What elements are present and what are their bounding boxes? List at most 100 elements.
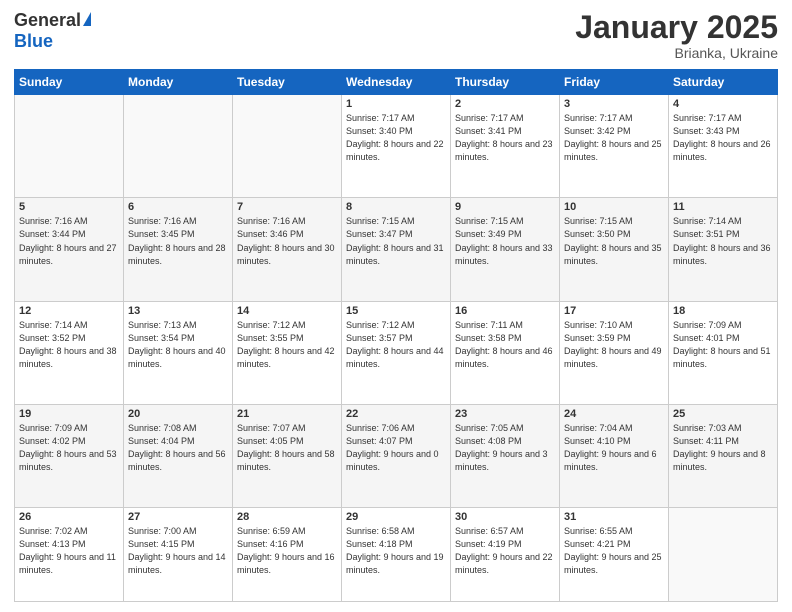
day-number: 20 [128,408,228,420]
weekday-header-friday: Friday [560,70,669,95]
calendar-cell: 2Sunrise: 7:17 AM Sunset: 3:41 PM Daylig… [451,95,560,198]
day-number: 25 [673,408,773,420]
calendar-cell: 22 Sunrise: 7:06 AM Sunset: 4:07 PM Dayli… [342,404,451,507]
day-number: 29 [346,511,446,523]
calendar-week-row: 1 Sunrise: 7:17 AM Sunset: 3:40 PM Daylig… [15,95,778,198]
calendar-cell: 4 Sunrise: 7:17 AM Sunset: 3:43 PM Daylig… [669,95,778,198]
calendar-cell [669,508,778,602]
day-number: 11 [673,201,773,213]
day-number: 17 [564,305,664,317]
day-info: Sunrise: 7:06 AM Sunset: 4:07 PM Dayligh… [346,422,446,474]
day-number: 9 [455,201,555,213]
day-info: Sunrise: 7:09 AM Sunset: 4:01 PM Dayligh… [673,319,773,371]
calendar-cell: 18 Sunrise: 7:09 AM Sunset: 4:01 PM Dayli… [669,301,778,404]
day-info: Sunrise: 6:59 AM Sunset: 4:16 PM Dayligh… [237,525,337,577]
calendar-cell: 31 Sunrise: 6:55 AM Sunset: 4:21 PM Dayli… [560,508,669,602]
logo-general-text: General [14,10,81,31]
day-info: Sunrise: 6:58 AM Sunset: 4:18 PM Dayligh… [346,525,446,577]
calendar-cell: 16Sunrise: 7:11 AM Sunset: 3:58 PM Dayli… [451,301,560,404]
day-number: 18 [673,305,773,317]
calendar-cell [15,95,124,198]
day-number: 5 [19,201,119,213]
calendar-cell: 8 Sunrise: 7:15 AM Sunset: 3:47 PM Daylig… [342,198,451,301]
day-number: 3 [564,98,664,110]
calendar-cell: 21 Sunrise: 7:07 AM Sunset: 4:05 PM Dayli… [233,404,342,507]
day-number: 6 [128,201,228,213]
day-number: 26 [19,511,119,523]
calendar-cell [233,95,342,198]
day-number: 28 [237,511,337,523]
calendar-cell: 17Sunrise: 7:10 AM Sunset: 3:59 PM Dayli… [560,301,669,404]
location: Brianka, Ukraine [575,45,778,61]
day-info: Sunrise: 7:15 AM Sunset: 3:49 PM Dayligh… [455,215,555,267]
calendar-cell: 9 Sunrise: 7:15 AM Sunset: 3:49 PM Daylig… [451,198,560,301]
day-number: 24 [564,408,664,420]
day-number: 8 [346,201,446,213]
calendar-cell: 27Sunrise: 7:00 AM Sunset: 4:15 PM Dayli… [124,508,233,602]
day-info: Sunrise: 7:17 AM Sunset: 3:43 PM Dayligh… [673,112,773,164]
day-info: Sunrise: 7:04 AM Sunset: 4:10 PM Dayligh… [564,422,664,474]
day-number: 22 [346,408,446,420]
day-info: Sunrise: 7:16 AM Sunset: 3:44 PM Dayligh… [19,215,119,267]
weekday-header-thursday: Thursday [451,70,560,95]
day-info: Sunrise: 7:16 AM Sunset: 3:46 PM Dayligh… [237,215,337,267]
weekday-header-row: SundayMondayTuesdayWednesdayThursdayFrid… [15,70,778,95]
calendar-cell: 13 Sunrise: 7:13 AM Sunset: 3:54 PM Dayli… [124,301,233,404]
day-number: 4 [673,98,773,110]
day-info: Sunrise: 7:09 AM Sunset: 4:02 PM Dayligh… [19,422,119,474]
day-info: Sunrise: 7:17 AM Sunset: 3:41 PM Dayligh… [455,112,555,164]
calendar-cell: 1 Sunrise: 7:17 AM Sunset: 3:40 PM Daylig… [342,95,451,198]
day-number: 7 [237,201,337,213]
day-info: Sunrise: 6:57 AM Sunset: 4:19 PM Dayligh… [455,525,555,577]
calendar-cell: 10Sunrise: 7:15 AM Sunset: 3:50 PM Dayli… [560,198,669,301]
day-number: 23 [455,408,555,420]
page: General Blue January 2025 Brianka, Ukrai… [0,0,792,612]
calendar-cell: 6 Sunrise: 7:16 AM Sunset: 3:45 PM Daylig… [124,198,233,301]
day-info: Sunrise: 7:11 AM Sunset: 3:58 PM Dayligh… [455,319,555,371]
title-block: January 2025 Brianka, Ukraine [575,10,778,61]
weekday-header-tuesday: Tuesday [233,70,342,95]
day-number: 12 [19,305,119,317]
calendar-cell: 7 Sunrise: 7:16 AM Sunset: 3:46 PM Daylig… [233,198,342,301]
day-info: Sunrise: 7:14 AM Sunset: 3:51 PM Dayligh… [673,215,773,267]
day-info: Sunrise: 7:15 AM Sunset: 3:47 PM Dayligh… [346,215,446,267]
month-title: January 2025 [575,10,778,45]
day-info: Sunrise: 7:17 AM Sunset: 3:40 PM Dayligh… [346,112,446,164]
calendar-cell: 26 Sunrise: 7:02 AM Sunset: 4:13 PM Dayli… [15,508,124,602]
calendar-table: SundayMondayTuesdayWednesdayThursdayFrid… [14,69,778,602]
weekday-header-saturday: Saturday [669,70,778,95]
day-number: 13 [128,305,228,317]
day-number: 15 [346,305,446,317]
calendar-cell: 29 Sunrise: 6:58 AM Sunset: 4:18 PM Dayli… [342,508,451,602]
day-number: 19 [19,408,119,420]
day-info: Sunrise: 7:17 AM Sunset: 3:42 PM Dayligh… [564,112,664,164]
day-info: Sunrise: 7:13 AM Sunset: 3:54 PM Dayligh… [128,319,228,371]
calendar-week-row: 26 Sunrise: 7:02 AM Sunset: 4:13 PM Dayli… [15,508,778,602]
calendar-cell: 19 Sunrise: 7:09 AM Sunset: 4:02 PM Dayli… [15,404,124,507]
calendar-cell: 20 Sunrise: 7:08 AM Sunset: 4:04 PM Dayli… [124,404,233,507]
weekday-header-wednesday: Wednesday [342,70,451,95]
day-info: Sunrise: 7:08 AM Sunset: 4:04 PM Dayligh… [128,422,228,474]
day-info: Sunrise: 7:15 AM Sunset: 3:50 PM Dayligh… [564,215,664,267]
day-info: Sunrise: 7:12 AM Sunset: 3:57 PM Dayligh… [346,319,446,371]
calendar-cell: 11 Sunrise: 7:14 AM Sunset: 3:51 PM Dayli… [669,198,778,301]
day-number: 14 [237,305,337,317]
day-info: Sunrise: 7:16 AM Sunset: 3:45 PM Dayligh… [128,215,228,267]
weekday-header-monday: Monday [124,70,233,95]
calendar-cell: 28 Sunrise: 6:59 AM Sunset: 4:16 PM Dayli… [233,508,342,602]
day-number: 1 [346,98,446,110]
calendar-cell: 30Sunrise: 6:57 AM Sunset: 4:19 PM Dayli… [451,508,560,602]
calendar-cell [124,95,233,198]
day-info: Sunrise: 7:14 AM Sunset: 3:52 PM Dayligh… [19,319,119,371]
logo-blue-text: Blue [14,31,53,52]
day-info: Sunrise: 7:12 AM Sunset: 3:55 PM Dayligh… [237,319,337,371]
calendar-cell: 14 Sunrise: 7:12 AM Sunset: 3:55 PM Dayli… [233,301,342,404]
calendar-cell: 23Sunrise: 7:05 AM Sunset: 4:08 PM Dayli… [451,404,560,507]
day-info: Sunrise: 7:00 AM Sunset: 4:15 PM Dayligh… [128,525,228,577]
day-info: Sunrise: 7:02 AM Sunset: 4:13 PM Dayligh… [19,525,119,577]
calendar-cell: 12 Sunrise: 7:14 AM Sunset: 3:52 PM Dayli… [15,301,124,404]
day-info: Sunrise: 7:07 AM Sunset: 4:05 PM Dayligh… [237,422,337,474]
day-info: Sunrise: 6:55 AM Sunset: 4:21 PM Dayligh… [564,525,664,577]
day-number: 21 [237,408,337,420]
day-number: 31 [564,511,664,523]
